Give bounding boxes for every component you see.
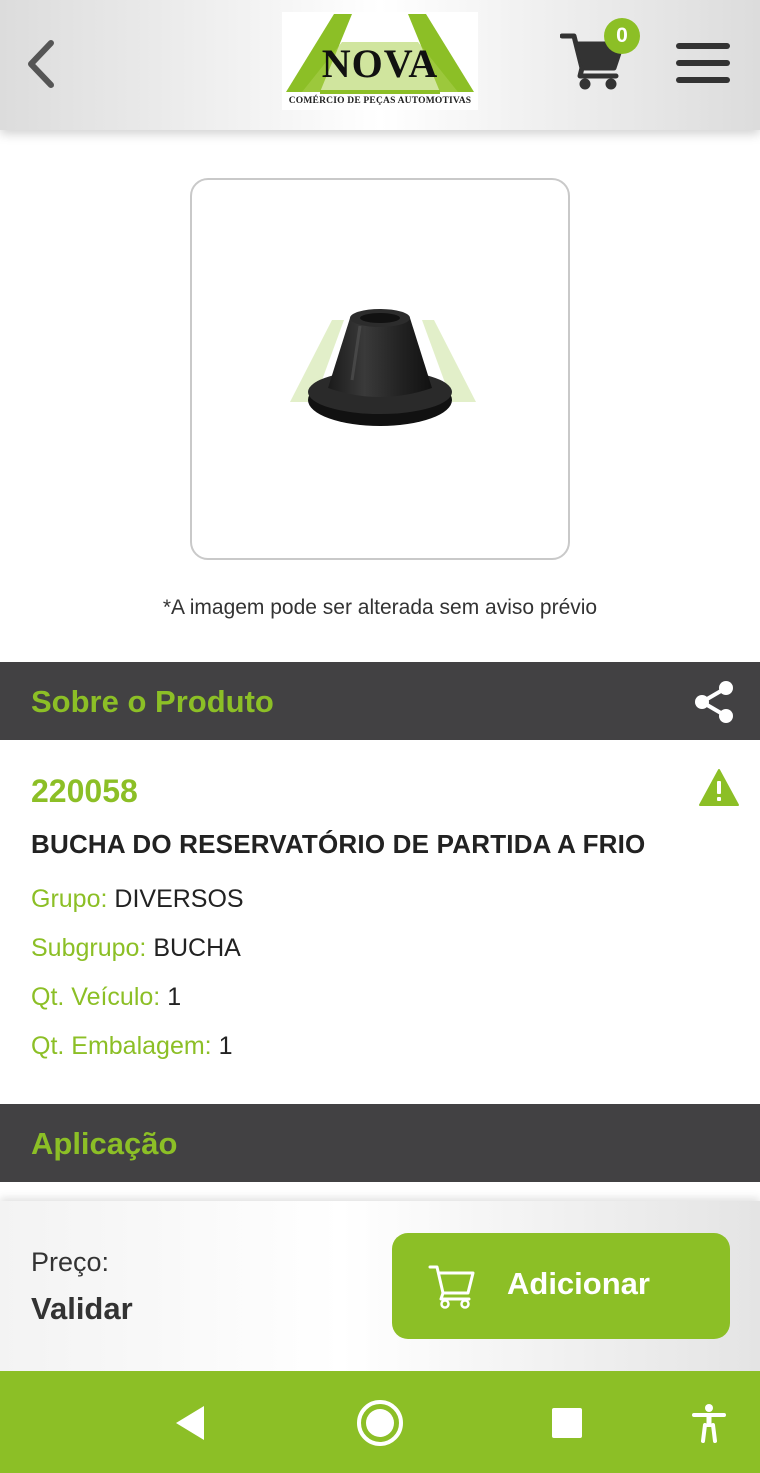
product-photo — [290, 309, 476, 426]
attribute-label: Grupo: — [31, 885, 108, 913]
warning-icon — [699, 769, 739, 806]
brand-logo[interactable]: NOVA COMÉRCIO DE PEÇAS AUTOMOTIVAS — [282, 12, 478, 110]
chevron-left-icon — [28, 40, 54, 88]
attribute-grupo: Grupo: DIVERSOS — [31, 885, 244, 914]
purchase-bar: Preço: Validar Adicionar — [0, 1201, 760, 1371]
app-header: NOVA COMÉRCIO DE PEÇAS AUTOMOTIVAS 0 — [0, 0, 760, 130]
warning-button[interactable] — [698, 768, 740, 808]
system-nav-bar — [0, 1371, 760, 1473]
attribute-subgrupo: Subgrupo: BUCHA — [31, 934, 241, 963]
about-section-title: Sobre o Produto — [31, 684, 274, 719]
nav-home-button[interactable] — [352, 1395, 408, 1451]
attribute-label: Subgrupo: — [31, 934, 147, 962]
share-icon — [695, 681, 733, 723]
about-section-header[interactable]: Sobre o Produto — [0, 662, 760, 740]
add-to-cart-button[interactable]: Adicionar — [392, 1233, 730, 1339]
attribute-qt-veiculo: Qt. Veículo: 1 — [31, 983, 181, 1012]
menu-button[interactable] — [674, 40, 732, 86]
price-value[interactable]: Validar — [31, 1291, 133, 1327]
triangle-back-icon — [176, 1406, 204, 1440]
product-name: BUCHA DO RESERVATÓRIO DE PARTIDA A FRIO — [31, 829, 646, 859]
logo-text: NOVA — [321, 41, 439, 86]
attribute-value: 1 — [218, 1032, 233, 1060]
attribute-value: 1 — [167, 983, 182, 1011]
back-button[interactable] — [18, 36, 62, 92]
product-code: 220058 — [31, 773, 138, 809]
attribute-label: Qt. Veículo: — [31, 983, 161, 1011]
application-section-title: Aplicação — [31, 1126, 178, 1161]
nav-recents-button[interactable] — [539, 1395, 595, 1451]
attribute-qt-embalagem: Qt. Embalagem: 1 — [31, 1032, 233, 1061]
cart-count-badge: 0 — [604, 18, 640, 54]
square-recents-icon — [552, 1408, 582, 1438]
home-circle-icon — [357, 1400, 403, 1446]
attribute-value: BUCHA — [153, 934, 241, 962]
add-button-label: Adicionar — [507, 1266, 650, 1301]
attribute-value: DIVERSOS — [114, 885, 244, 913]
logo-subtitle: COMÉRCIO DE PEÇAS AUTOMOTIVAS — [288, 96, 472, 106]
hamburger-menu-icon — [674, 40, 732, 86]
nav-back-button[interactable] — [162, 1395, 218, 1451]
application-section-header[interactable]: Aplicação — [0, 1104, 760, 1182]
price-label: Preço: — [31, 1247, 110, 1277]
nav-accessibility-button[interactable] — [681, 1395, 737, 1451]
image-disclaimer: *A imagem pode ser alterada sem aviso pr… — [162, 596, 598, 619]
attribute-label: Qt. Embalagem: — [31, 1032, 212, 1060]
cart-outline-icon — [428, 1265, 475, 1309]
share-button[interactable] — [692, 680, 736, 724]
accessibility-icon — [692, 1404, 726, 1443]
product-image[interactable] — [190, 178, 570, 560]
